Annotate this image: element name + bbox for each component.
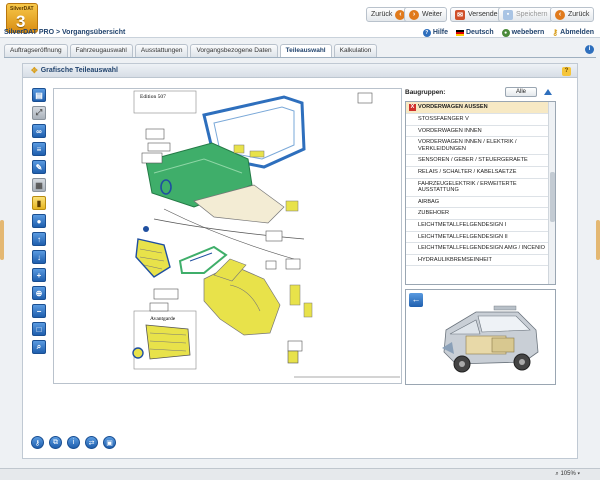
tab-ausstattungen[interactable]: Ausstattungen <box>134 44 189 57</box>
baugruppen-list: X VORDERWAGEN AUSSEN STOSSFAENGER V VORD… <box>405 101 556 285</box>
help-link[interactable]: ? Hilfe <box>422 28 448 37</box>
panel-title: Grafische Teileauswahl <box>40 67 118 74</box>
vehicle-preview[interactable]: ← <box>405 289 556 385</box>
envelope-icon: ✉ <box>455 9 465 20</box>
header: SilverDAT 3 Zurück ‹ › Weiter ✉ Versende… <box>0 0 600 38</box>
zoom-fit-icon[interactable]: ⊕ <box>32 286 46 300</box>
edition-label: Edition 507 <box>140 94 166 100</box>
save-button-label: Speichern <box>516 11 548 18</box>
key-icon: ⚷ <box>552 28 559 37</box>
zoom-in-icon[interactable]: + <box>32 268 46 282</box>
image-icon[interactable]: ▦ <box>32 178 46 192</box>
back-arrow-icon[interactable]: ← <box>409 293 423 307</box>
list-item[interactable]: STOSSFAENGER V <box>406 114 555 126</box>
logout-link[interactable]: ⚷ Abmelden <box>552 28 594 37</box>
user-link-label: webebern <box>511 29 545 36</box>
forward-button[interactable]: › Weiter <box>404 7 448 22</box>
copy-icon[interactable]: ⧉ <box>49 436 62 449</box>
left-collapse-handle[interactable] <box>0 220 4 260</box>
breadcrumb[interactable]: SilverDAT PRO > Vorgangsübersicht <box>4 29 125 36</box>
drawing-toolbar: ▤ ⤢ ∞ ≡ ✎ ▦ ▮ ● ↑ ↓ + ⊕ − □ ⌕ <box>32 88 46 354</box>
top-links: ? Hilfe Deutsch ● webebern ⚷ Abmelden <box>422 28 594 37</box>
disk-icon: ▪ <box>503 9 513 20</box>
status-bar: ⌕ 105% ▾ <box>0 468 600 480</box>
list-item[interactable]: ZUBEHOER <box>406 208 555 220</box>
app-window: SilverDAT 3 Zurück ‹ › Weiter ✉ Versende… <box>0 0 600 480</box>
key-tool-icon[interactable]: ⚷ <box>31 436 44 449</box>
list-item-label: VORDERWAGEN AUSSEN <box>418 104 488 111</box>
info-icon[interactable]: i <box>585 45 594 54</box>
arrow-right-icon: › <box>409 9 419 20</box>
language-link[interactable]: Deutsch <box>455 28 494 37</box>
select-box-icon[interactable]: □ <box>32 322 46 336</box>
graphic-parts-panel: ✥ Grafische Teileauswahl ? ▤ ⤢ ∞ ≡ ✎ ▦ ▮… <box>22 63 578 459</box>
back-button-label: Zurück <box>371 11 393 18</box>
tab-teileauswahl[interactable]: Teileauswahl <box>279 44 332 57</box>
list-item[interactable]: SENSOREN / GEBER / STEUERGERAETE <box>406 155 555 167</box>
panel-header: ✥ Grafische Teileauswahl <box>23 64 577 78</box>
vehicle-cutaway-svg <box>442 305 539 373</box>
close-x-icon[interactable]: X <box>409 104 416 111</box>
help-link-label: Hilfe <box>432 29 448 36</box>
arrow-down-icon[interactable]: ↓ <box>32 250 46 264</box>
flag-de-icon <box>455 29 464 36</box>
list-item[interactable]: LEICHTMETALLFELGENDESIGN AMG / INCENIO <box>406 243 555 255</box>
parts-drawing-svg: Edition 507 Avantgarde <box>132 90 400 378</box>
list-item[interactable]: AIRBAG <box>406 197 555 209</box>
list-item[interactable]: RELAIS / SCHALTER / KABELSAETZE <box>406 167 555 179</box>
exploded-parts-drawing[interactable]: Edition 507 Avantgarde <box>53 88 402 384</box>
back2-button[interactable]: ‹ Zurück <box>550 7 595 22</box>
drop-icon[interactable]: ● <box>32 214 46 228</box>
arrow-up-icon[interactable]: ↑ <box>32 232 46 246</box>
move-icon: ✥ <box>31 66 38 75</box>
tab-kalkulation[interactable]: Kalkulation <box>333 44 378 57</box>
page-icon[interactable]: ▤ <box>32 88 46 102</box>
print-icon[interactable]: ▣ <box>103 436 116 449</box>
collapse-up-icon[interactable] <box>544 89 552 95</box>
list-item[interactable]: FAHRZEUGELEKTRIK / ERWEITERTE AUSSTATTUN… <box>406 179 555 197</box>
list-icon[interactable]: ≡ <box>32 142 46 156</box>
zoom-level[interactable]: ⌕ 105% ▾ <box>555 471 580 478</box>
tab-auftragseroeffnung[interactable]: Auftragseröffnung <box>4 44 68 57</box>
right-collapse-handle[interactable] <box>596 220 600 260</box>
alle-button[interactable]: Alle <box>505 87 537 97</box>
info-tool-icon[interactable]: i <box>67 436 80 449</box>
transfer-icon[interactable]: ⇄ <box>85 436 98 449</box>
send-button-label: Versenden <box>468 11 502 18</box>
arrow-left-icon: ‹ <box>555 9 565 20</box>
language-link-label: Deutsch <box>465 29 494 36</box>
panel-help-icon[interactable]: ? <box>562 67 571 76</box>
save-button[interactable]: ▪ Speichern <box>498 7 553 22</box>
back2-button-label: Zurück <box>568 11 590 18</box>
list-scrollbar[interactable] <box>548 102 555 284</box>
user-icon: ● <box>501 28 510 37</box>
list-item[interactable]: LEICHTMETALLFELGENDESIGN I <box>406 220 555 232</box>
bottom-toolbar: ⚷ ⧉ i ⇄ ▣ <box>31 436 116 449</box>
list-item[interactable]: HYDRAULIKBREMSEINHEIT <box>406 255 555 267</box>
marker-icon[interactable]: ▮ <box>32 196 46 210</box>
tab-bar: Auftragseröffnung Fahrzeugauswahl Aussta… <box>4 44 596 58</box>
list-item[interactable]: VORDERWAGEN INNEN <box>406 126 555 138</box>
avantgarde-label: Avantgarde <box>150 316 176 322</box>
list-item[interactable]: X VORDERWAGEN AUSSEN <box>406 102 555 114</box>
pencil-icon[interactable]: ✎ <box>32 160 46 174</box>
logout-link-label: Abmelden <box>560 29 594 36</box>
tab-fahrzeugauswahl[interactable]: Fahrzeugauswahl <box>69 44 133 57</box>
tab-vorgangsbezogene-daten[interactable]: Vorgangsbezogene Daten <box>190 44 278 57</box>
binoculars-icon[interactable]: ∞ <box>32 124 46 138</box>
zoom-reset-icon[interactable]: ⤢ <box>32 106 46 120</box>
forward-button-label: Weiter <box>422 11 443 18</box>
zoom-value: 105% <box>560 471 576 477</box>
scrollbar-thumb[interactable] <box>550 172 555 222</box>
list-item[interactable]: VORDERWAGEN INNEN / ELEKTRIK / VERKLEIDU… <box>406 137 555 156</box>
search-icon[interactable]: ⌕ <box>32 340 46 354</box>
zoom-out-icon[interactable]: − <box>32 304 46 318</box>
user-link[interactable]: ● webebern <box>501 28 545 37</box>
help-icon: ? <box>422 28 431 37</box>
list-item[interactable]: LEICHTMETALLFELGENDESIGN II <box>406 232 555 244</box>
baugruppen-label: Baugruppen: <box>405 89 446 96</box>
